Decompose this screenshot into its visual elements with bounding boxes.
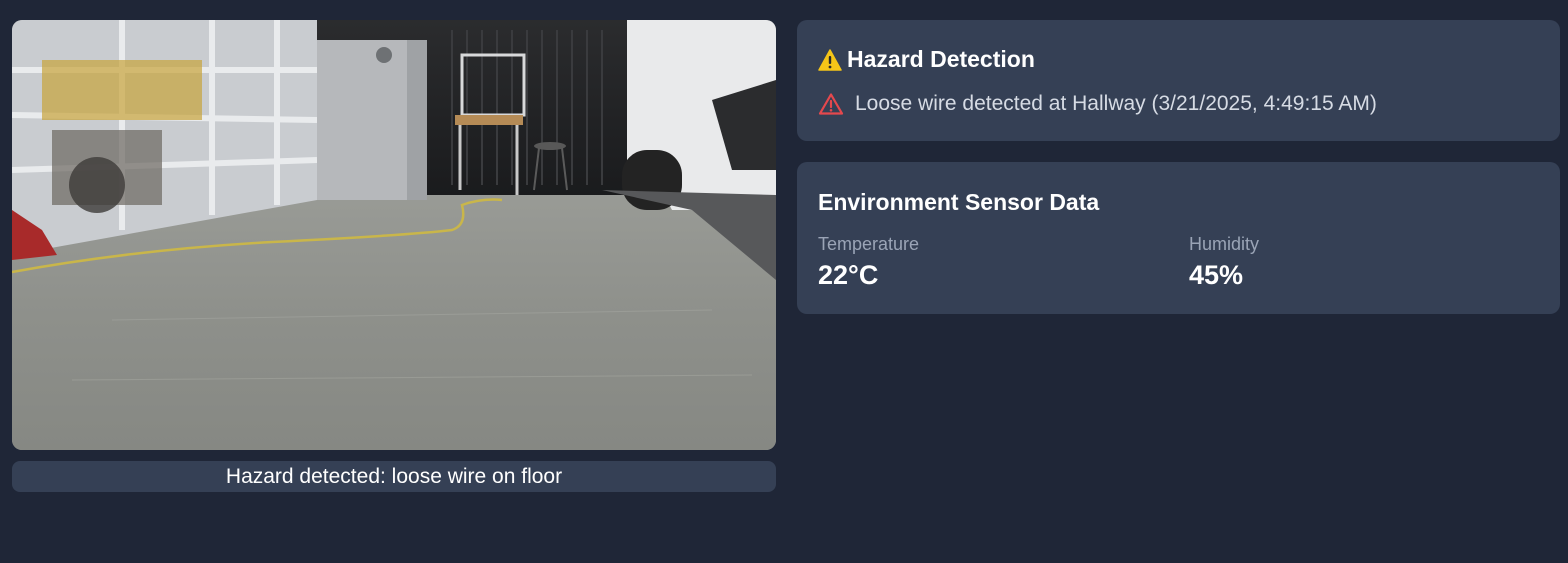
hazard-card-title: Hazard Detection	[818, 46, 1035, 73]
humidity-value: 45%	[1189, 260, 1244, 290]
humidity-label: Humidity	[1189, 234, 1260, 254]
alert-triangle-icon	[818, 92, 844, 116]
warning-emoji-icon	[818, 48, 842, 71]
camera-caption: Hazard detected: loose wire on floor	[12, 461, 776, 492]
camera-scene	[12, 20, 776, 450]
camera-feed-image	[12, 20, 776, 450]
hazard-alert-item: Loose wire detected at Hallway (3/21/202…	[818, 92, 1377, 116]
hazard-detection-card: Hazard Detection Loose wire detected at …	[797, 20, 1560, 141]
environment-sensor-card: Environment Sensor Data Temperature 22°C…	[797, 162, 1560, 314]
temperature-readout: Temperature 22°C	[818, 234, 919, 290]
environment-card-title: Environment Sensor Data	[818, 189, 1100, 215]
dashboard: Hazard detected: loose wire on floor Haz…	[0, 0, 1568, 563]
humidity-readout: Humidity 45%	[1189, 234, 1259, 290]
temperature-label: Temperature	[818, 234, 920, 254]
temperature-value: 22°C	[818, 260, 879, 290]
hazard-card-title-text: Hazard Detection	[847, 46, 1035, 72]
hazard-alert-text: Loose wire detected at Hallway (3/21/202…	[855, 92, 1377, 115]
